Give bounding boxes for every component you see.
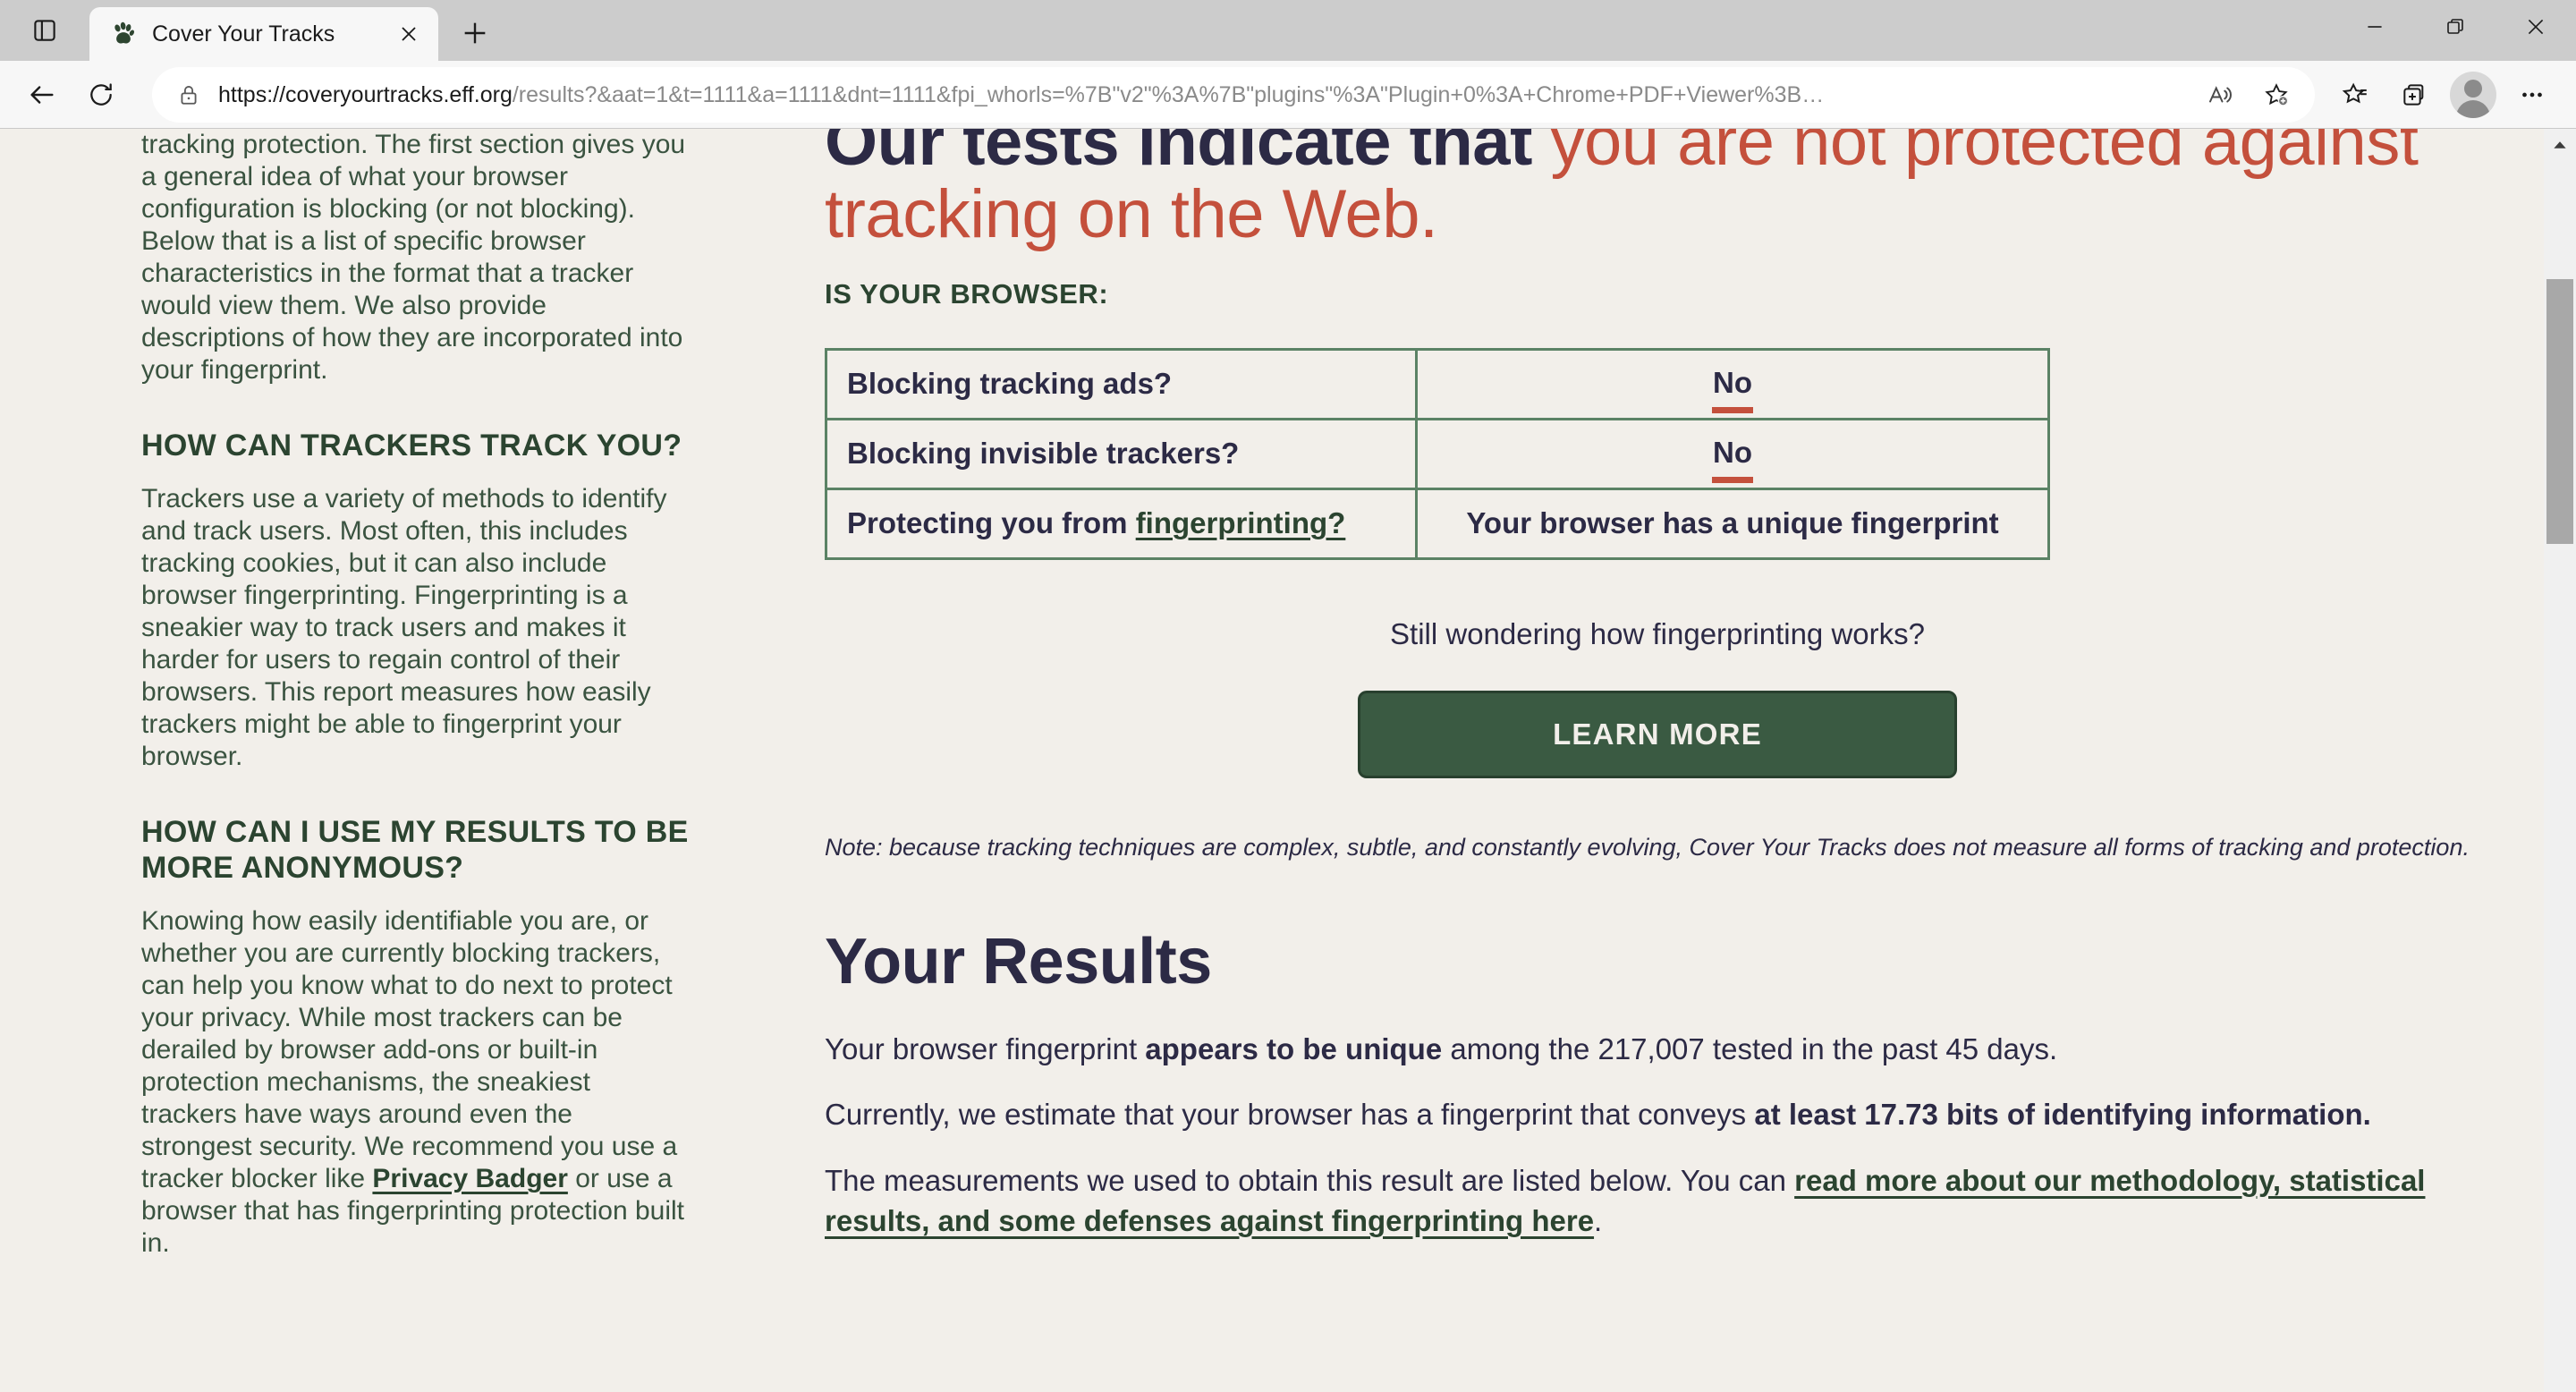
sidebar-heading-more-anonymous: HOW CAN I USE MY RESULTS TO BE MORE ANON… <box>141 815 689 886</box>
sidebar-body-trackers-track-you: Trackers use a variety of methods to ide… <box>141 484 667 772</box>
split-screen-icon[interactable] <box>27 13 63 48</box>
result-paragraph-uniqueness: Your browser fingerprint appears to be u… <box>825 1029 2490 1070</box>
sidebar-body-text-before: Knowing how easily identifiable you are,… <box>141 906 678 1194</box>
tab-strip-left <box>0 0 89 61</box>
question-text-before: Protecting you from <box>847 506 1136 540</box>
paw-print-icon <box>109 20 138 48</box>
window-controls <box>2334 0 2576 54</box>
url-path: /results?&aat=1&t=1111&a=1111&dnt=1111&f… <box>512 81 1825 107</box>
page-scrollbar[interactable] <box>2544 129 2576 1392</box>
profile-avatar-icon[interactable] <box>2445 67 2501 123</box>
methodology-text-after: . <box>1594 1204 1603 1238</box>
status-badge: No <box>1713 366 1752 402</box>
table-row: Blocking tracking ads? No <box>825 347 2050 420</box>
tab-strip: Cover Your Tracks <box>0 0 2576 61</box>
result-paragraph-methodology: The measurements we used to obtain this … <box>825 1160 2490 1242</box>
sidebar-heading-trackers-track-you: HOW CAN TRACKERS TRACK YOU? <box>141 429 682 463</box>
browser-toolbar: https://coveryourtracks.eff.org/results?… <box>0 61 2576 129</box>
learn-more-wrapper: LEARN MORE <box>825 690 2490 778</box>
table-cell-answer: No <box>1415 417 2050 490</box>
status-badge: No <box>1713 436 1752 471</box>
table-cell-answer: No <box>1415 347 2050 420</box>
result-text-before: Your browser fingerprint <box>825 1031 1146 1065</box>
restore-icon[interactable] <box>2415 0 2496 54</box>
read-aloud-icon[interactable] <box>2191 67 2247 123</box>
scrollbar-thumb[interactable] <box>2546 279 2573 544</box>
avatar <box>2450 72 2496 118</box>
browser-tab[interactable]: Cover Your Tracks <box>89 7 438 61</box>
table-row: Blocking invisible trackers? No <box>825 417 2050 490</box>
minimize-icon[interactable] <box>2334 0 2415 54</box>
page-main: Our tests indicate that you are not prot… <box>787 129 2544 1392</box>
browser-protection-table: Blocking tracking ads? No Blocking invis… <box>825 347 2050 560</box>
address-bar-actions <box>2191 67 2304 123</box>
is-your-browser-subheading: IS YOUR BROWSER: <box>825 277 1109 310</box>
disclaimer-note: Note: because tracking techniques are co… <box>825 833 2470 861</box>
page-viewport: tracking protection. The first section g… <box>0 129 2576 1392</box>
browser-window: Cover Your Tracks https://coveryourtrack… <box>0 0 2576 1392</box>
entropy-text-before: Currently, we estimate that your browser… <box>825 1098 1755 1132</box>
wondering-text: Still wondering how fingerprinting works… <box>1390 616 1925 650</box>
sidebar-body-more-anonymous: Knowing how easily identifiable you are,… <box>141 905 689 1260</box>
table-row: Protecting you from fingerprinting? Your… <box>825 487 2050 560</box>
new-tab-button[interactable] <box>451 9 499 57</box>
close-icon[interactable] <box>392 17 426 51</box>
page-headline: Our tests indicate that you are not prot… <box>825 129 2490 251</box>
address-bar[interactable]: https://coveryourtracks.eff.org/results?… <box>152 67 2315 123</box>
table-cell-question: Protecting you from fingerprinting? <box>825 487 1418 560</box>
collections-icon[interactable] <box>2386 67 2442 123</box>
sidebar-intro-paragraph: tracking protection. The first section g… <box>141 130 686 385</box>
page-sidebar: tracking protection. The first section g… <box>0 129 787 1392</box>
table-cell-answer: Your browser has a unique fingerprint <box>1415 487 2050 560</box>
close-window-icon[interactable] <box>2496 0 2576 54</box>
tab-title: Cover Your Tracks <box>152 21 335 47</box>
result-paragraph-entropy: Currently, we estimate that your browser… <box>825 1094 2490 1135</box>
learn-more-button[interactable]: LEARN MORE <box>1358 690 1957 778</box>
add-favorite-star-icon[interactable] <box>2249 67 2304 123</box>
refresh-icon[interactable] <box>73 67 129 123</box>
fingerprinting-link[interactable]: fingerprinting? <box>1136 506 1346 539</box>
url-text[interactable]: https://coveryourtracks.eff.org/results?… <box>218 82 2177 108</box>
back-arrow-icon[interactable] <box>14 67 70 123</box>
privacy-badger-link[interactable]: Privacy Badger <box>372 1164 567 1193</box>
entropy-bold-bits: at least 17.73 bits of identifying infor… <box>1754 1098 2371 1132</box>
url-host: https://coveryourtracks.eff.org <box>218 81 513 107</box>
more-options-icon[interactable] <box>2504 67 2560 123</box>
page-content: tracking protection. The first section g… <box>0 129 2544 1392</box>
table-cell-question: Blocking invisible trackers? <box>825 417 1418 490</box>
methodology-text-before: The measurements we used to obtain this … <box>825 1163 1795 1197</box>
result-bold-unique: appears to be unique <box>1145 1031 1443 1065</box>
lock-icon[interactable] <box>174 80 204 110</box>
result-text-after: among the 217,007 tested in the past 45 … <box>1442 1031 2058 1065</box>
favorites-list-icon[interactable] <box>2327 67 2383 123</box>
headline-dark-part: Our tests indicate that <box>825 129 1551 180</box>
table-cell-question: Blocking tracking ads? <box>825 347 1418 420</box>
scroll-up-arrow-icon[interactable] <box>2544 129 2576 161</box>
your-results-title: Your Results <box>825 925 1212 997</box>
